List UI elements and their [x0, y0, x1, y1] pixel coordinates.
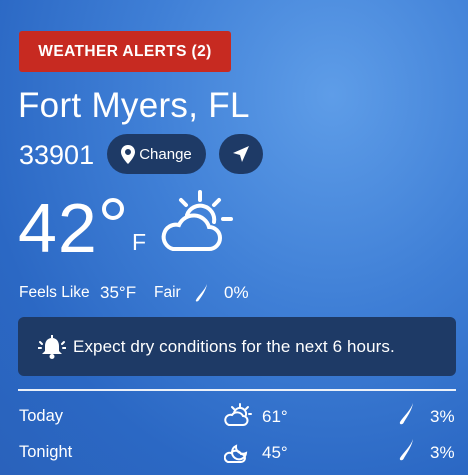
feels-like-label: Feels Like	[19, 284, 90, 301]
divider	[18, 389, 456, 391]
forecast-temp: 61°	[262, 407, 288, 426]
weather-alerts-label: WEATHER ALERTS (2)	[38, 42, 212, 60]
change-location-button[interactable]: Change	[107, 134, 206, 174]
partly-cloudy-night-icon	[224, 444, 248, 463]
map-pin-icon	[121, 144, 136, 164]
forecast-precip: 3%	[430, 407, 455, 426]
current-location-button[interactable]	[219, 134, 263, 174]
degree-symbol	[102, 198, 124, 220]
city-name: Fort Myers, FL	[18, 86, 250, 125]
forecast-row-tonight[interactable]: Tonight 45° 3%	[0, 438, 474, 468]
condition-text: Fair	[154, 284, 181, 301]
current-temperature: 42	[18, 189, 98, 267]
forecast-period: Today	[19, 407, 64, 425]
partly-cloudy-day-icon	[161, 190, 233, 251]
bell-icon	[38, 334, 66, 359]
forecast-period: Tonight	[19, 443, 73, 461]
partly-cloudy-day-icon	[224, 403, 252, 426]
raindrop-icon	[195, 284, 207, 302]
forecast-precip: 3%	[430, 443, 455, 462]
weather-alerts-button[interactable]: WEATHER ALERTS (2)	[19, 31, 231, 72]
temperature-unit: F	[132, 229, 147, 255]
weather-page: WEATHER ALERTS (2) Fort Myers, FL 33901 …	[0, 0, 474, 475]
forecast-temp: 45°	[262, 443, 288, 462]
zip-code: 33901	[19, 140, 95, 170]
location-arrow-icon	[233, 146, 249, 162]
raindrop-icon	[399, 439, 413, 461]
feels-like-value: 35°F	[100, 283, 137, 302]
change-label: Change	[139, 145, 192, 163]
forecast-row-today[interactable]: Today 61° 3%	[0, 402, 474, 432]
precip-chance: 0%	[224, 283, 249, 302]
raindrop-icon	[399, 403, 413, 425]
precip-outlook-banner: Expect dry conditions for the next 6 hou…	[18, 317, 456, 376]
banner-message: Expect dry conditions for the next 6 hou…	[73, 336, 395, 356]
right-edge-border	[468, 0, 474, 475]
